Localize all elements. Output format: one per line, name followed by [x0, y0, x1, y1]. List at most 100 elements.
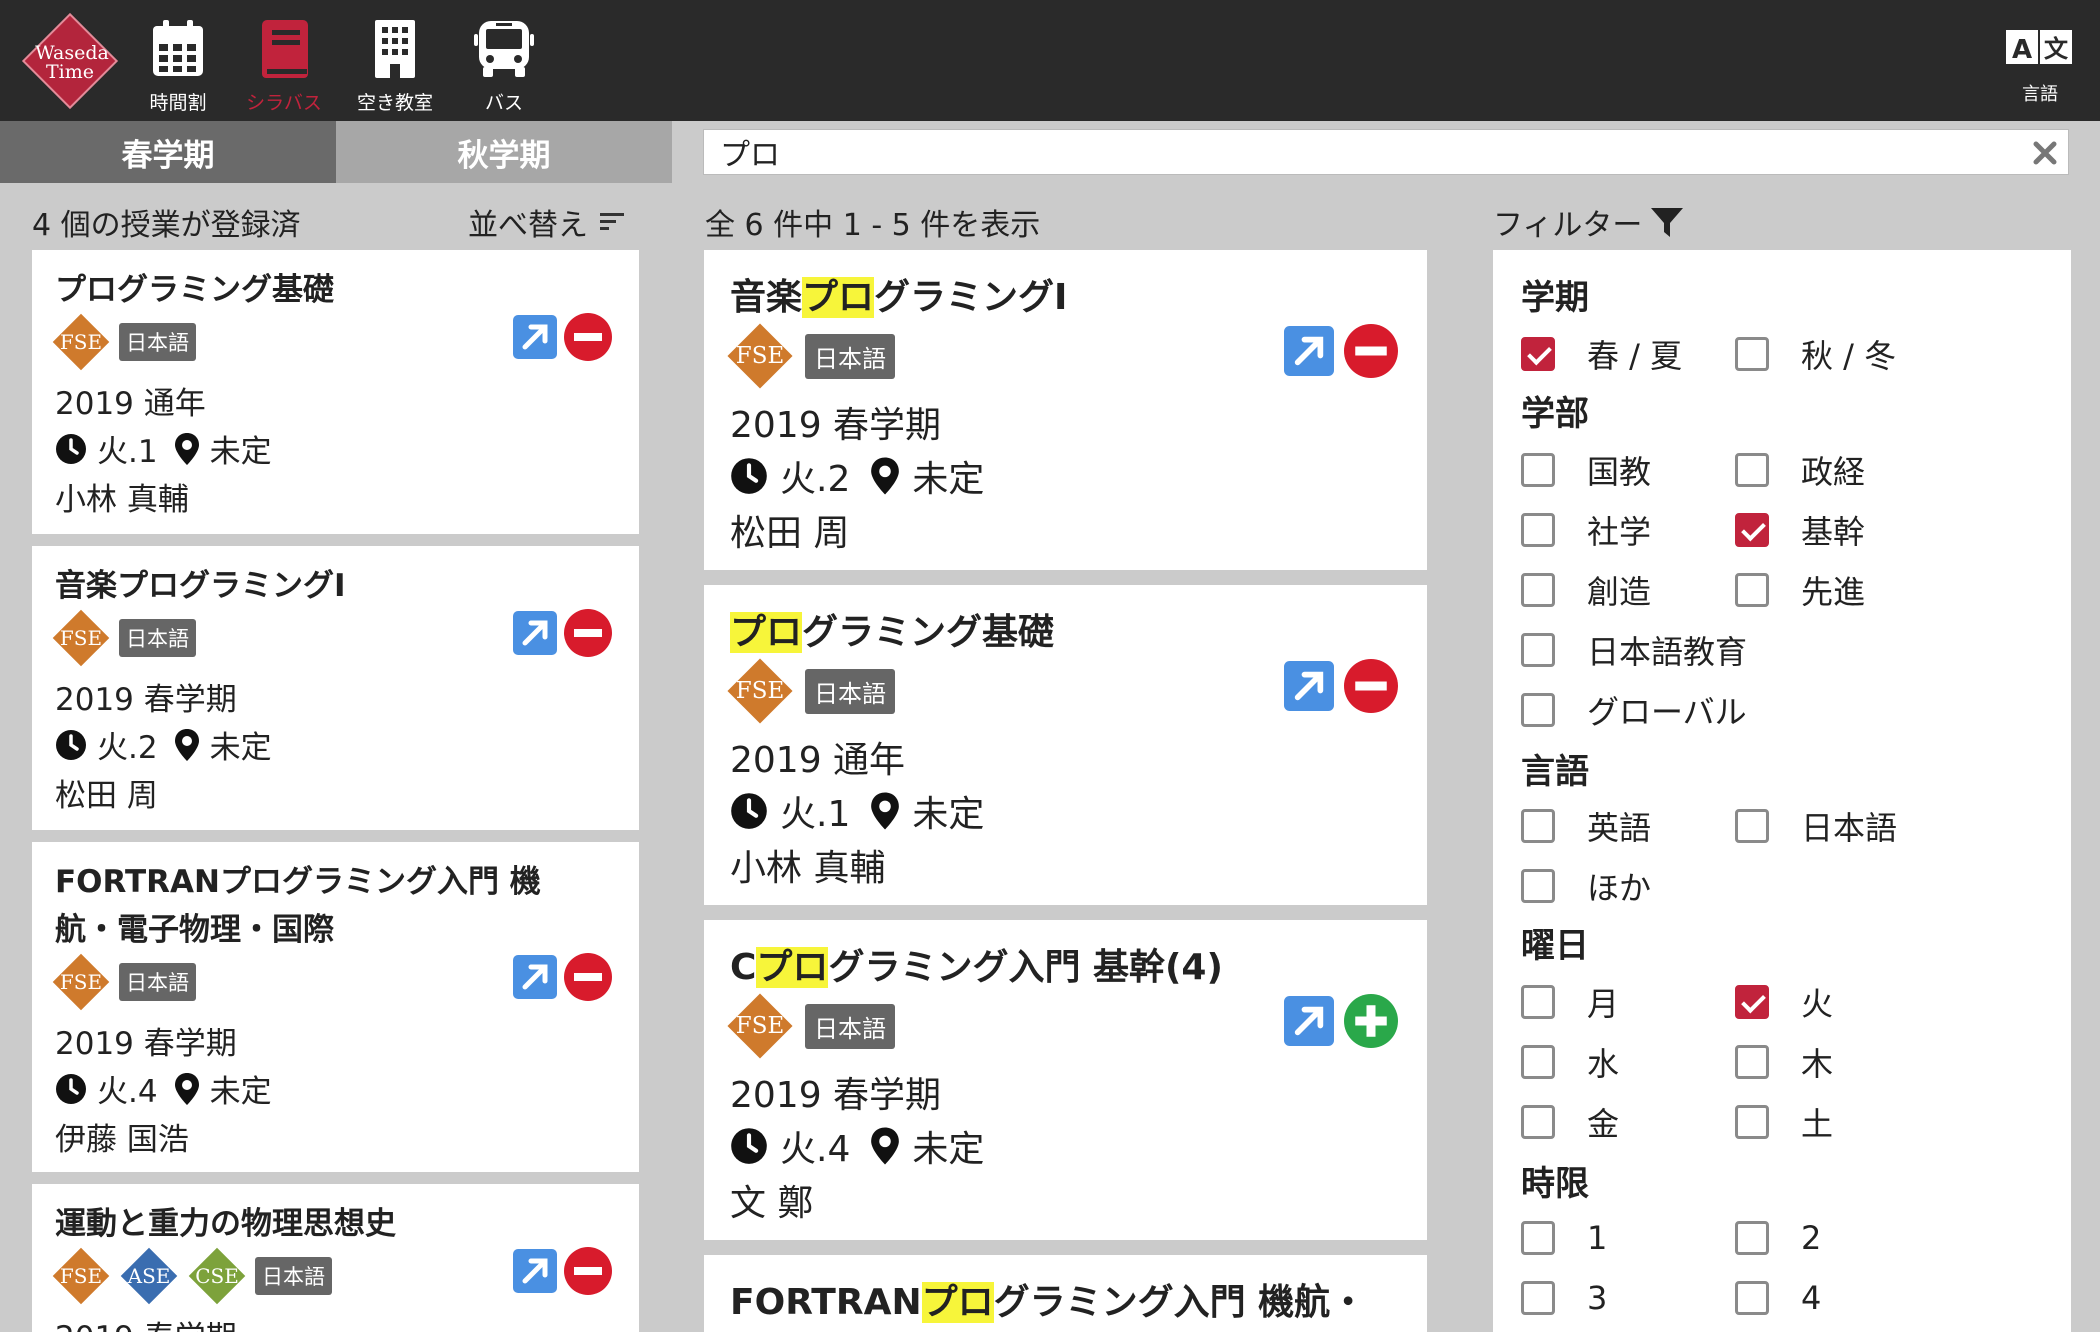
filter-option-fall-winter[interactable]: 秋 / 冬 — [1735, 334, 1896, 375]
checkbox[interactable] — [1735, 337, 1769, 371]
checkbox[interactable] — [1521, 869, 1555, 903]
checkbox[interactable] — [1521, 453, 1555, 487]
checkbox[interactable] — [1521, 573, 1555, 607]
filter-option-global[interactable]: グローバル — [1521, 690, 1747, 731]
nav-syllabus[interactable]: シラバス — [229, 18, 339, 114]
clock-icon — [731, 458, 767, 494]
registered-course-card[interactable]: 運動と重力の物理思想史 FSE ASE CSE 日本語 2019 春学期 — [32, 1184, 639, 1332]
language-switch[interactable]: A 文 言語 — [1990, 28, 2090, 108]
results-count: 全 6 件中 1 - 5 件を表示 — [705, 208, 1041, 243]
filter-option-tuesday[interactable]: 火 — [1735, 982, 1833, 1023]
filter-option-thursday[interactable]: 木 — [1735, 1042, 1833, 1083]
checkbox[interactable] — [1735, 1105, 1769, 1139]
search-result-card[interactable]: FORTRANプログラミング入門 機航・ — [704, 1255, 1427, 1332]
search-result-card[interactable]: Cプログラミング入門 基幹(4) FSE 日本語 2019 春学期 火.4 未定… — [704, 920, 1427, 1240]
language-badge: 日本語 — [805, 1003, 895, 1049]
checkbox[interactable] — [1521, 633, 1555, 667]
filter-option-friday[interactable]: 金 — [1521, 1102, 1619, 1143]
filter-option-cse[interactable]: 創造 — [1521, 570, 1651, 611]
location-pin-icon — [174, 432, 199, 465]
open-syllabus-icon[interactable] — [1284, 996, 1334, 1046]
filter-section-semester: 学期 — [1521, 278, 1589, 318]
sort-button[interactable]: 並べ替え — [468, 200, 626, 244]
tab-fall-semester[interactable]: 秋学期 — [336, 121, 672, 183]
remove-course-icon[interactable] — [564, 313, 612, 361]
course-title-line-1: FORTRANプログラミング入門 機 — [55, 864, 541, 900]
checkbox[interactable] — [1521, 1105, 1555, 1139]
filter-option-period-3[interactable]: 3 — [1521, 1278, 1607, 1318]
filter-section-school: 学部 — [1521, 394, 1589, 434]
add-course-icon[interactable] — [1344, 994, 1398, 1048]
nav-empty-classroom[interactable]: 空き教室 — [340, 18, 450, 114]
registered-course-card[interactable]: FORTRANプログラミング入門 機 航・電子物理・国際 FSE 日本語 201… — [32, 842, 639, 1172]
location-pin-icon — [871, 792, 900, 830]
course-schedule: 火.1 未定 — [730, 785, 984, 837]
filter-option-sils[interactable]: 国教 — [1521, 450, 1651, 491]
filter-section-language: 言語 — [1521, 752, 1589, 792]
course-tags: FSE 日本語 — [727, 658, 895, 724]
nav-bus[interactable]: バス — [449, 18, 559, 114]
filter-option-fse[interactable]: 基幹 — [1735, 510, 1865, 551]
checkbox[interactable] — [1735, 573, 1769, 607]
remove-course-icon[interactable] — [564, 609, 612, 657]
filter-option-other-language[interactable]: ほか — [1521, 866, 1651, 907]
checkbox[interactable] — [1521, 513, 1555, 547]
tab-spring-semester[interactable]: 春学期 — [0, 121, 336, 183]
open-syllabus-icon[interactable] — [513, 315, 557, 359]
svg-text:A: A — [2012, 35, 2032, 65]
checkbox[interactable] — [1735, 1221, 1769, 1255]
filter-option-monday[interactable]: 月 — [1521, 982, 1619, 1023]
open-syllabus-icon[interactable] — [513, 955, 557, 999]
checkbox[interactable] — [1521, 809, 1555, 843]
checkbox[interactable] — [1521, 693, 1555, 727]
filter-option-wednesday[interactable]: 水 — [1521, 1042, 1619, 1083]
clock-icon — [731, 793, 767, 829]
remove-course-icon[interactable] — [564, 953, 612, 1001]
filter-option-english[interactable]: 英語 — [1521, 806, 1651, 847]
checkbox[interactable] — [1735, 1045, 1769, 1079]
checkbox[interactable] — [1521, 985, 1555, 1019]
checkbox[interactable] — [1735, 1281, 1769, 1315]
search-highlight: プロ — [921, 1282, 994, 1323]
location-pin-icon — [174, 728, 199, 761]
checkbox[interactable] — [1521, 1221, 1555, 1255]
filter-option-cjl[interactable]: 日本語教育 — [1521, 630, 1747, 671]
filter-option-period-4[interactable]: 4 — [1735, 1278, 1821, 1318]
search-input[interactable] — [720, 130, 2000, 174]
clock-icon — [731, 1128, 767, 1164]
remove-course-icon[interactable] — [1344, 324, 1398, 378]
filter-option-period-1[interactable]: 1 — [1521, 1218, 1607, 1258]
filter-option-ase[interactable]: 先進 — [1735, 570, 1865, 611]
filter-option-saturday[interactable]: 土 — [1735, 1102, 1833, 1143]
clear-search-icon[interactable] — [2030, 138, 2060, 168]
nav-timetable[interactable]: 時間割 — [123, 18, 233, 114]
checkbox[interactable] — [1735, 453, 1769, 487]
checkbox[interactable] — [1735, 513, 1769, 547]
calendar-icon — [153, 20, 203, 76]
search-result-card[interactable]: 音楽プログラミングI FSE 日本語 2019 春学期 火.2 未定 松田 周 — [704, 250, 1427, 570]
open-syllabus-icon[interactable] — [513, 611, 557, 655]
waseda-time-logo[interactable]: Waseda Time — [20, 11, 120, 111]
checkbox[interactable] — [1521, 1281, 1555, 1315]
filter-option-period-2[interactable]: 2 — [1735, 1218, 1821, 1258]
checkbox[interactable] — [1521, 1045, 1555, 1079]
remove-course-icon[interactable] — [564, 1247, 612, 1295]
registered-course-card[interactable]: 音楽プログラミングI FSE 日本語 2019 春学期 火.2 未定 松田 周 — [32, 546, 639, 830]
filter-option-sss[interactable]: 社学 — [1521, 510, 1651, 551]
filter-option-spring-summer[interactable]: 春 / 夏 — [1521, 334, 1682, 375]
remove-course-icon[interactable] — [1344, 659, 1398, 713]
clock-icon — [56, 433, 86, 464]
checkbox[interactable] — [1735, 809, 1769, 843]
search-result-card[interactable]: プログラミング基礎 FSE 日本語 2019 通年 火.1 未定 小林 真輔 — [704, 585, 1427, 905]
checkbox[interactable] — [1735, 985, 1769, 1019]
open-syllabus-icon[interactable] — [1284, 326, 1334, 376]
open-syllabus-icon[interactable] — [1284, 661, 1334, 711]
filter-option-japanese[interactable]: 日本語 — [1735, 806, 1897, 847]
language-badge: 日本語 — [119, 963, 196, 1001]
open-syllabus-icon[interactable] — [513, 1249, 557, 1293]
registered-course-card[interactable]: プログラミング基礎 FSE 日本語 2019 通年 火.1 未定 小林 真輔 — [32, 250, 639, 534]
filter-option-pse[interactable]: 政経 — [1735, 450, 1865, 491]
checkbox[interactable] — [1521, 337, 1555, 371]
filter-header: フィルター — [1493, 200, 1684, 244]
semester-bar: 春学期 秋学期 — [0, 121, 2100, 183]
